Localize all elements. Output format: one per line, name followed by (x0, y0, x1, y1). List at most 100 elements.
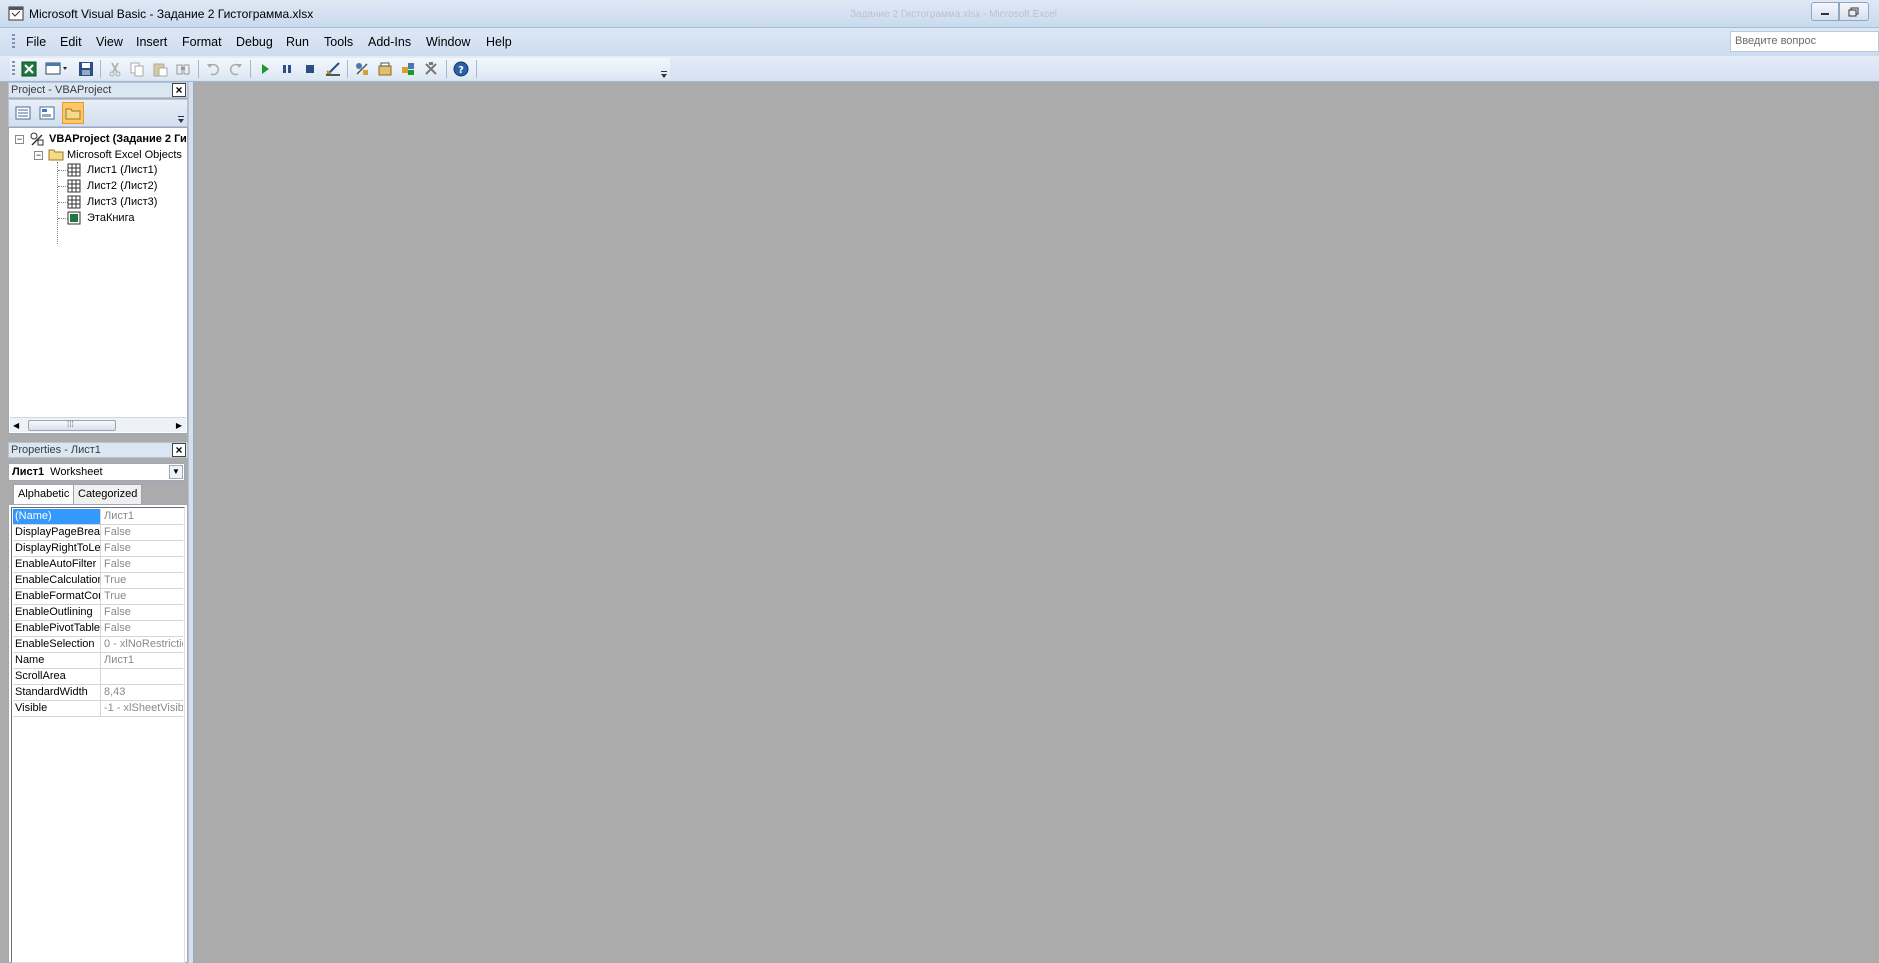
property-value[interactable]: 0 - xlNoRestrictions (102, 637, 183, 652)
collapse-root-icon[interactable]: − (15, 135, 24, 144)
menu-format[interactable]: Format (182, 35, 222, 49)
toolbar-grip[interactable] (12, 61, 15, 77)
property-name[interactable]: EnableSelection (13, 637, 101, 652)
svg-text:?: ? (458, 65, 464, 76)
collapse-folder-icon[interactable]: − (34, 151, 43, 160)
chevron-down-icon[interactable]: ▼ (169, 465, 183, 479)
toolbox-icon[interactable] (422, 61, 440, 77)
tree-item-excel-objects[interactable]: Microsoft Excel Objects (67, 149, 182, 161)
property-name[interactable]: EnablePivotTable (13, 621, 101, 636)
property-row[interactable]: Visible-1 - xlSheetVisible (13, 701, 183, 717)
run-icon[interactable] (256, 61, 274, 77)
property-name[interactable]: EnableAutoFilter (13, 557, 101, 572)
property-name[interactable]: DisplayRightToLeft (13, 541, 101, 556)
insert-userform-icon[interactable] (44, 61, 70, 77)
tree-item-vbaproject[interactable]: VBAProject (Задание 2 Гистограмма.xlsx) (49, 133, 187, 145)
property-value[interactable]: True (102, 573, 183, 588)
folder-icon (48, 147, 64, 164)
menu-file[interactable]: File (26, 35, 46, 49)
minimize-button[interactable] (1811, 2, 1839, 21)
property-row[interactable]: Name Лист1 (13, 653, 183, 669)
copy-icon[interactable] (128, 61, 146, 77)
tab-categorized[interactable]: Categorized (73, 484, 143, 504)
property-row[interactable]: DisplayRightToLeft False (13, 541, 183, 557)
tab-alphabetic[interactable]: Alphabetic (13, 484, 75, 505)
scroll-thumb[interactable]: ⁞⁞⁞ (28, 420, 116, 431)
property-name[interactable]: StandardWidth (13, 685, 101, 700)
tree-item-sheet[interactable]: ЭтаКнига (87, 212, 134, 224)
menu-run[interactable]: Run (286, 35, 309, 49)
property-row[interactable]: ScrollArea (13, 669, 183, 685)
cut-icon[interactable] (106, 61, 124, 77)
paste-icon[interactable] (151, 61, 169, 77)
design-mode-icon[interactable] (324, 61, 342, 77)
properties-window-icon[interactable] (376, 61, 394, 77)
property-value[interactable]: -1 - xlSheetVisible (102, 701, 183, 716)
property-value[interactable]: False (102, 525, 183, 540)
menu-insert[interactable]: Insert (136, 35, 167, 49)
property-row[interactable]: EnableOutlining False (13, 605, 183, 621)
properties-grid: (Name)Лист1DisplayPageBreaksFalseDisplay… (13, 509, 183, 717)
property-value[interactable]: False (102, 621, 183, 636)
close-properties-pane-icon[interactable]: × (172, 443, 186, 457)
property-value[interactable]: False (102, 541, 183, 556)
property-name[interactable]: EnableOutlining (13, 605, 101, 620)
reset-icon[interactable] (301, 61, 319, 77)
property-value[interactable]: False (102, 557, 183, 572)
menu-grip[interactable] (12, 34, 15, 49)
menu-edit[interactable]: Edit (60, 35, 82, 49)
project-horizontal-scrollbar[interactable]: ◀ ⁞⁞⁞ ▶ (10, 417, 186, 432)
property-name[interactable]: EnableCalculation (13, 573, 101, 588)
project-tree: − VBAProject (Задание 2 Гистограмма.xlsx… (8, 127, 188, 434)
property-name[interactable]: Visible (13, 701, 101, 716)
menu-tools[interactable]: Tools (324, 35, 353, 49)
property-row[interactable]: EnableFormatConditionsCalculationTrue (13, 589, 183, 605)
menu-view[interactable]: View (96, 35, 123, 49)
help-icon[interactable]: ? (452, 61, 470, 77)
property-name[interactable]: Name (13, 653, 101, 668)
close-project-pane-icon[interactable]: × (172, 83, 186, 97)
menu-debug[interactable]: Debug (236, 35, 273, 49)
property-row[interactable]: (Name) Лист1 (13, 509, 183, 525)
save-icon[interactable] (77, 61, 95, 77)
toggle-folders-icon[interactable] (62, 102, 84, 124)
property-row[interactable]: EnablePivotTable False (13, 621, 183, 637)
property-value[interactable]: 8,43 (102, 685, 183, 700)
help-search-input[interactable]: Введите вопрос (1730, 31, 1879, 52)
break-icon[interactable] (278, 61, 296, 77)
property-name[interactable]: DisplayPageBreaks (13, 525, 101, 540)
property-name[interactable]: (Name) (13, 509, 101, 524)
menu-help[interactable]: Help (486, 35, 512, 49)
tree-item-sheet[interactable]: Лист2 (Лист2) (87, 180, 157, 192)
property-name[interactable]: EnableFormatConditionsCalculation (13, 589, 101, 604)
property-row[interactable]: EnableSelection0 - xlNoRestrictions (13, 637, 183, 653)
property-row[interactable]: EnableCalculation True (13, 573, 183, 589)
property-value[interactable] (102, 669, 183, 684)
redo-icon[interactable] (227, 61, 245, 77)
view-excel-icon[interactable] (20, 61, 38, 77)
property-row[interactable]: DisplayPageBreaksFalse (13, 525, 183, 541)
tree-item-sheet[interactable]: Лист3 (Лист3) (87, 196, 157, 208)
scroll-left-icon[interactable]: ◀ (13, 421, 19, 430)
object-selector[interactable]: Лист1 Worksheet ▼ (8, 463, 185, 481)
property-value[interactable]: Лист1 (102, 653, 183, 668)
tree-item-sheet[interactable]: Лист1 (Лист1) (87, 164, 157, 176)
undo-icon[interactable] (204, 61, 222, 77)
project-explorer-icon[interactable] (353, 61, 371, 77)
toolbar-options-icon[interactable] (660, 70, 668, 80)
object-browser-icon[interactable] (399, 61, 417, 77)
property-value[interactable]: True (102, 589, 183, 604)
view-object-icon[interactable] (39, 105, 55, 124)
scroll-right-icon[interactable]: ▶ (176, 421, 182, 430)
menu-window[interactable]: Window (426, 35, 470, 49)
view-code-icon[interactable] (15, 105, 31, 124)
restore-button[interactable] (1839, 2, 1869, 21)
property-row[interactable]: EnableAutoFilter False (13, 557, 183, 573)
property-row[interactable]: StandardWidth 8,43 (13, 685, 183, 701)
property-value[interactable]: False (102, 605, 183, 620)
menu-addins[interactable]: Add-Ins (368, 35, 411, 49)
find-icon[interactable] (174, 61, 192, 77)
toolbar-separator (347, 60, 348, 78)
property-name[interactable]: ScrollArea (13, 669, 101, 684)
property-value[interactable]: Лист1 (102, 509, 183, 524)
